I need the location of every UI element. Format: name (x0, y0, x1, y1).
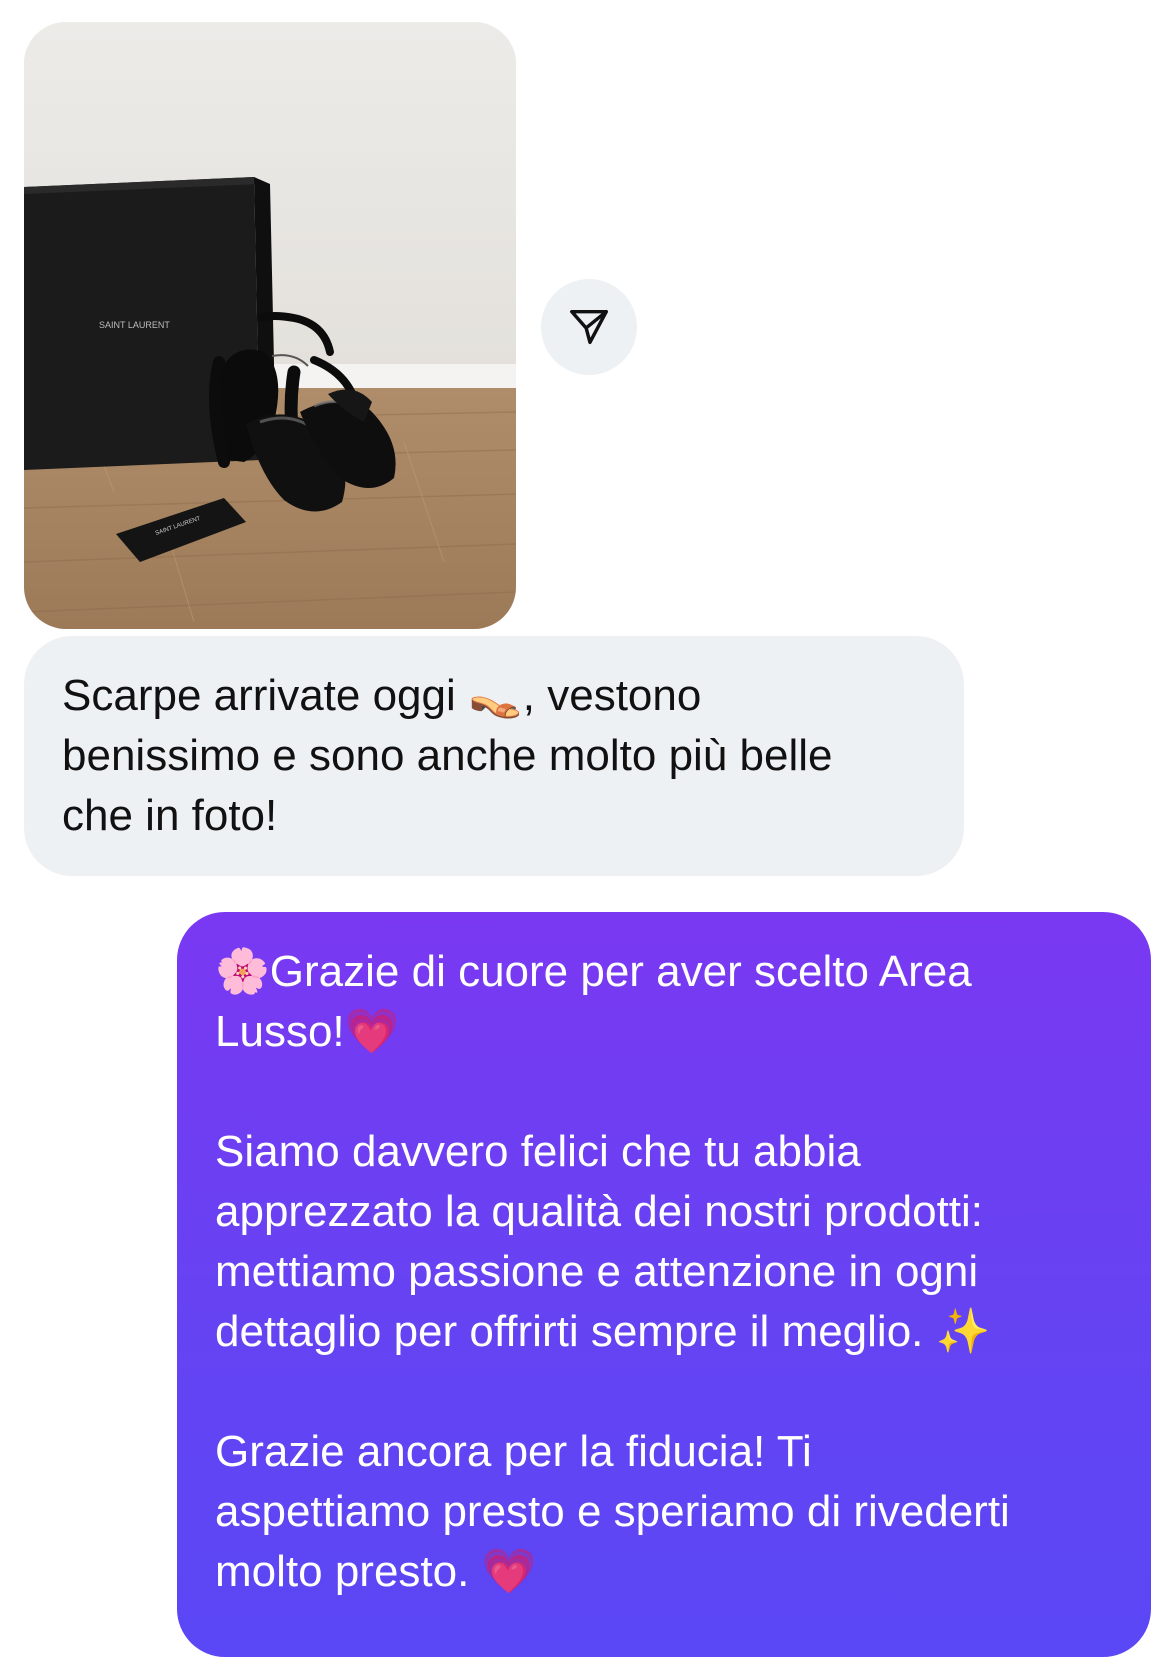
sent-message-paragraph: Grazie ancora per la fiducia! Ti aspetti… (215, 1427, 1010, 1596)
share-button[interactable] (541, 279, 637, 375)
sent-message-bubble[interactable]: 🌸Grazie di cuore per aver scelto Area Lu… (177, 912, 1151, 1657)
received-message-bubble[interactable]: Scarpe arrivate oggi 👡, vestono benissim… (24, 636, 964, 876)
sent-message-paragraph: Siamo davvero felici che tu abbia apprez… (215, 1127, 991, 1356)
saint-laurent-sandals-photo: SAINT LAURENT SAINT LAURENT (24, 22, 516, 629)
send-paper-plane-icon (570, 309, 608, 345)
sent-message-paragraph: 🌸Grazie di cuore per aver scelto Area Lu… (215, 947, 972, 1056)
photo-message[interactable]: SAINT LAURENT SAINT LAURENT (24, 22, 516, 629)
box-logo: SAINT LAURENT (99, 320, 170, 330)
